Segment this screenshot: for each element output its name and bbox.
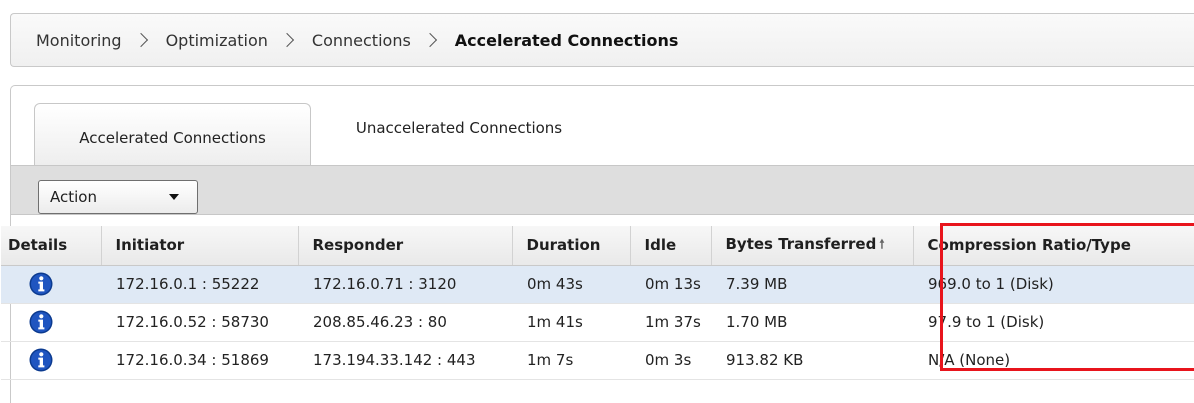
compression-cell: 97.9 to 1 (Disk) — [913, 303, 1194, 342]
table-header-row: Details Initiator Responder Duration Idl… — [1, 226, 1194, 266]
column-header-duration[interactable]: Duration — [512, 226, 631, 266]
info-icon[interactable] — [29, 348, 53, 372]
connections-table: Details Initiator Responder Duration Idl… — [1, 226, 1194, 380]
tab-unaccelerated-connections[interactable]: Unaccelerated Connections — [329, 103, 589, 153]
breadcrumb-monitoring[interactable]: Monitoring — [36, 31, 122, 50]
duration-cell: 1m 41s — [512, 303, 630, 342]
bytes-cell: 1.70 MB — [711, 303, 913, 342]
responder-cell: 172.16.0.71 : 3120 — [298, 265, 512, 304]
breadcrumb-current: Accelerated Connections — [454, 30, 679, 50]
initiator-cell: 172.16.0.52 : 58730 — [101, 303, 298, 342]
compression-cell: 969.0 to 1 (Disk) — [913, 265, 1194, 304]
column-header-responder[interactable]: Responder — [298, 226, 513, 266]
column-header-bytes-label: Bytes Transferred — [725, 234, 877, 253]
chevron-right-icon — [133, 32, 148, 48]
table-row[interactable]: 172.16.0.34 : 51869 173.194.33.142 : 443… — [1, 341, 1194, 380]
sort-ascending-icon: 🠕 — [879, 236, 885, 251]
initiator-cell: 172.16.0.1 : 55222 — [101, 265, 298, 304]
info-icon[interactable] — [29, 310, 53, 334]
column-header-initiator[interactable]: Initiator — [101, 226, 299, 266]
connections-panel: Accelerated Connections Unaccelerated Co… — [1, 85, 1194, 403]
column-header-compression[interactable]: Compression Ratio/Type — [913, 226, 1194, 266]
column-header-details[interactable]: Details — [1, 226, 102, 266]
responder-cell: 208.85.46.23 : 80 — [298, 303, 512, 342]
responder-cell: 173.194.33.142 : 443 — [298, 341, 512, 380]
column-header-idle[interactable]: Idle — [630, 226, 712, 266]
toolbar: Action — [11, 165, 1194, 215]
bytes-cell: 913.82 KB — [711, 341, 913, 380]
details-cell — [1, 303, 101, 342]
initiator-cell: 172.16.0.34 : 51869 — [101, 341, 298, 380]
tab-accelerated-connections[interactable]: Accelerated Connections — [34, 103, 311, 165]
breadcrumb: Monitoring Optimization Connections Acce… — [10, 13, 1194, 67]
duration-cell: 1m 7s — [512, 341, 630, 380]
chevron-right-icon — [422, 32, 437, 48]
idle-cell: 1m 37s — [630, 303, 711, 342]
details-cell — [1, 265, 101, 304]
duration-cell: 0m 43s — [512, 265, 630, 304]
compression-cell: N/A (None) — [913, 341, 1194, 380]
breadcrumb-connections[interactable]: Connections — [312, 31, 411, 50]
chevron-right-icon — [279, 32, 294, 48]
action-dropdown[interactable]: Action — [38, 180, 198, 214]
bytes-cell: 7.39 MB — [711, 265, 913, 304]
table-row[interactable]: 172.16.0.52 : 58730 208.85.46.23 : 80 1m… — [1, 303, 1194, 342]
column-header-bytes-transferred[interactable]: Bytes Transferred 🠕 — [711, 226, 914, 266]
info-icon[interactable] — [29, 272, 53, 296]
idle-cell: 0m 3s — [630, 341, 711, 380]
idle-cell: 0m 13s — [630, 265, 711, 304]
breadcrumb-optimization[interactable]: Optimization — [166, 31, 268, 50]
table-row[interactable]: 172.16.0.1 : 55222 172.16.0.71 : 3120 0m… — [1, 265, 1194, 304]
tab-bar: Accelerated Connections Unaccelerated Co… — [11, 86, 1194, 165]
details-cell — [1, 341, 101, 380]
action-dropdown-label: Action — [50, 188, 97, 206]
caret-down-icon — [169, 194, 179, 200]
